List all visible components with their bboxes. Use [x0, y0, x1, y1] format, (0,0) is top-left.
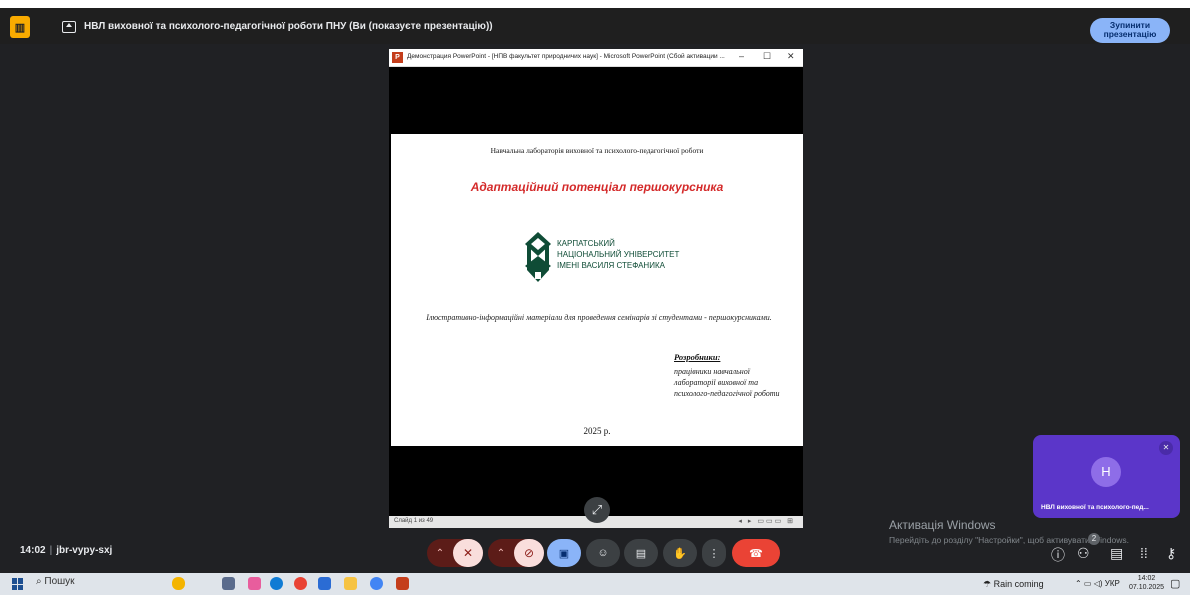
- participant-name: НВЛ виховної та психолого-пед...: [1041, 504, 1149, 511]
- university-logo: КАРПАТСЬКИЙ НАЦІОНАЛЬНИЙ УНІВЕРСИТЕТ ІМЕ…: [523, 230, 693, 286]
- clock-date: 07.10.2025: [1129, 584, 1165, 591]
- powerpoint-taskbar-icon[interactable]: [396, 577, 409, 590]
- captions-button[interactable]: ▤: [624, 539, 658, 567]
- slide-year: 2025 р.: [583, 426, 611, 436]
- people-count-badge: 2: [1088, 533, 1100, 545]
- university-emblem-icon: [525, 232, 551, 282]
- activities-icon[interactable]: ⁞⁞: [1140, 545, 1148, 561]
- copilot-icon[interactable]: [172, 577, 185, 590]
- clock-time: 14:02: [1137, 575, 1156, 582]
- windows-start-icon[interactable]: [12, 578, 24, 590]
- meeting-details-icon[interactable]: ⓘ: [1051, 545, 1065, 565]
- taskbar-clock[interactable]: 14:02 07.10.2025: [1129, 574, 1164, 592]
- more-options-button[interactable]: ⋮: [702, 539, 726, 567]
- chrome-active-icon[interactable]: [370, 577, 383, 590]
- maximize-icon[interactable]: ☐: [763, 51, 771, 62]
- fullscreen-expand-button[interactable]: ⤢: [584, 497, 610, 523]
- camera-options-chevron-icon[interactable]: ⌃: [488, 539, 514, 567]
- participant-tile[interactable]: ✕ H НВЛ виховної та психолого-пед...: [1033, 435, 1180, 518]
- mic-options-chevron-icon[interactable]: ⌃: [427, 539, 453, 567]
- stop-presenting-button[interactable]: Зупинити презентацію: [1090, 18, 1170, 43]
- windows-activation-title: Активація Windows: [889, 518, 996, 532]
- file-explorer-icon[interactable]: [344, 577, 357, 590]
- windows-taskbar: ⌕ Пошук ☂ Rain coming ⌃ ▭ ◁) УКР 14:02 0…: [0, 573, 1190, 595]
- weather-text: Rain coming: [993, 579, 1044, 589]
- developers-text: працівники навчальної лабораторії виховн…: [674, 367, 780, 398]
- close-icon[interactable]: ✕: [787, 51, 795, 62]
- taskbar-search-label: Пошук: [44, 576, 75, 587]
- meeting-separator: |: [49, 545, 53, 556]
- presenting-title: НВЛ виховної та психолого-педагогічної р…: [84, 21, 493, 32]
- developers-label: Розробники:: [674, 352, 721, 362]
- store-icon[interactable]: [318, 577, 331, 590]
- task-view-icon[interactable]: [222, 577, 235, 590]
- meet-app-icon[interactable]: ▥: [10, 16, 30, 38]
- powerpoint-window: P Демонстрация PowerPoint - [НПВ факульт…: [389, 49, 803, 528]
- ppt-titlebar: P Демонстрация PowerPoint - [НПВ факульт…: [389, 49, 803, 67]
- mic-off-button[interactable]: ✕: [453, 539, 483, 567]
- raise-hand-button[interactable]: ✋: [663, 539, 697, 567]
- meet-window: ▥ НВЛ виховної та психолого-педагогічної…: [0, 0, 1190, 573]
- chrome-icon[interactable]: [294, 577, 307, 590]
- muted-mic-icon: ✕: [1159, 441, 1173, 455]
- slide: Навчальна лабораторія виховної та психол…: [391, 134, 803, 446]
- present-icon: [62, 21, 76, 33]
- view-buttons-icon[interactable]: ◂ ▸ ▭▭▭ ⊞: [738, 517, 795, 525]
- presenting-bar: ▥ НВЛ виховної та психолого-педагогічної…: [0, 8, 1190, 44]
- slide-title: Адаптаційний потенціал першокурсника: [470, 180, 724, 194]
- chat-icon[interactable]: ▤: [1110, 545, 1123, 562]
- university-name-line2: НАЦІОНАЛЬНИЙ УНІВЕРСИТЕТ: [557, 250, 680, 259]
- ppt-window-title: Демонстрация PowerPoint - [НПВ факультет…: [407, 53, 725, 60]
- emoji-reactions-button[interactable]: ☺: [586, 539, 620, 567]
- slide-subtitle: Ілюстративно-інформаційні матеріали для …: [426, 313, 772, 322]
- meeting-info: 14:02 | jbr-vypy-sxj: [20, 545, 112, 556]
- edge-icon[interactable]: [270, 577, 283, 590]
- avatar: H: [1091, 457, 1121, 487]
- system-tray[interactable]: ⌃ ▭ ◁) УКР: [1075, 579, 1120, 588]
- university-name-line1: КАРПАТСЬКИЙ: [557, 239, 615, 248]
- powerpoint-icon: P: [392, 52, 403, 63]
- keyboard-lang[interactable]: УКР: [1105, 579, 1120, 588]
- people-icon[interactable]: ⚇: [1077, 545, 1090, 562]
- camera-off-button[interactable]: ⊘: [514, 539, 544, 567]
- leave-call-button[interactable]: ☎: [732, 539, 780, 567]
- camera-control: ⌃ ⊘: [488, 539, 544, 567]
- minimize-icon[interactable]: –: [739, 51, 744, 61]
- mic-control: ⌃ ✕: [427, 539, 483, 567]
- slide-lab-heading: Навчальна лабораторія виховної та психол…: [490, 146, 704, 155]
- host-controls-icon[interactable]: ⚷: [1166, 545, 1176, 562]
- taskbar-search[interactable]: ⌕ Пошук: [36, 576, 75, 587]
- present-now-button[interactable]: ▣: [547, 539, 581, 567]
- university-name-line3: ІМЕНІ ВАСИЛЯ СТЕФАНИКА: [557, 261, 665, 270]
- notifications-icon[interactable]: ▢: [1170, 577, 1180, 590]
- widgets-icon[interactable]: [248, 577, 261, 590]
- meeting-time: 14:02: [20, 545, 46, 556]
- weather-widget[interactable]: ☂ Rain coming: [983, 579, 1044, 590]
- slide-counter: Слайд 1 из 49: [394, 518, 434, 524]
- meeting-code: jbr-vypy-sxj: [56, 545, 113, 556]
- top-strip: [0, 0, 1190, 8]
